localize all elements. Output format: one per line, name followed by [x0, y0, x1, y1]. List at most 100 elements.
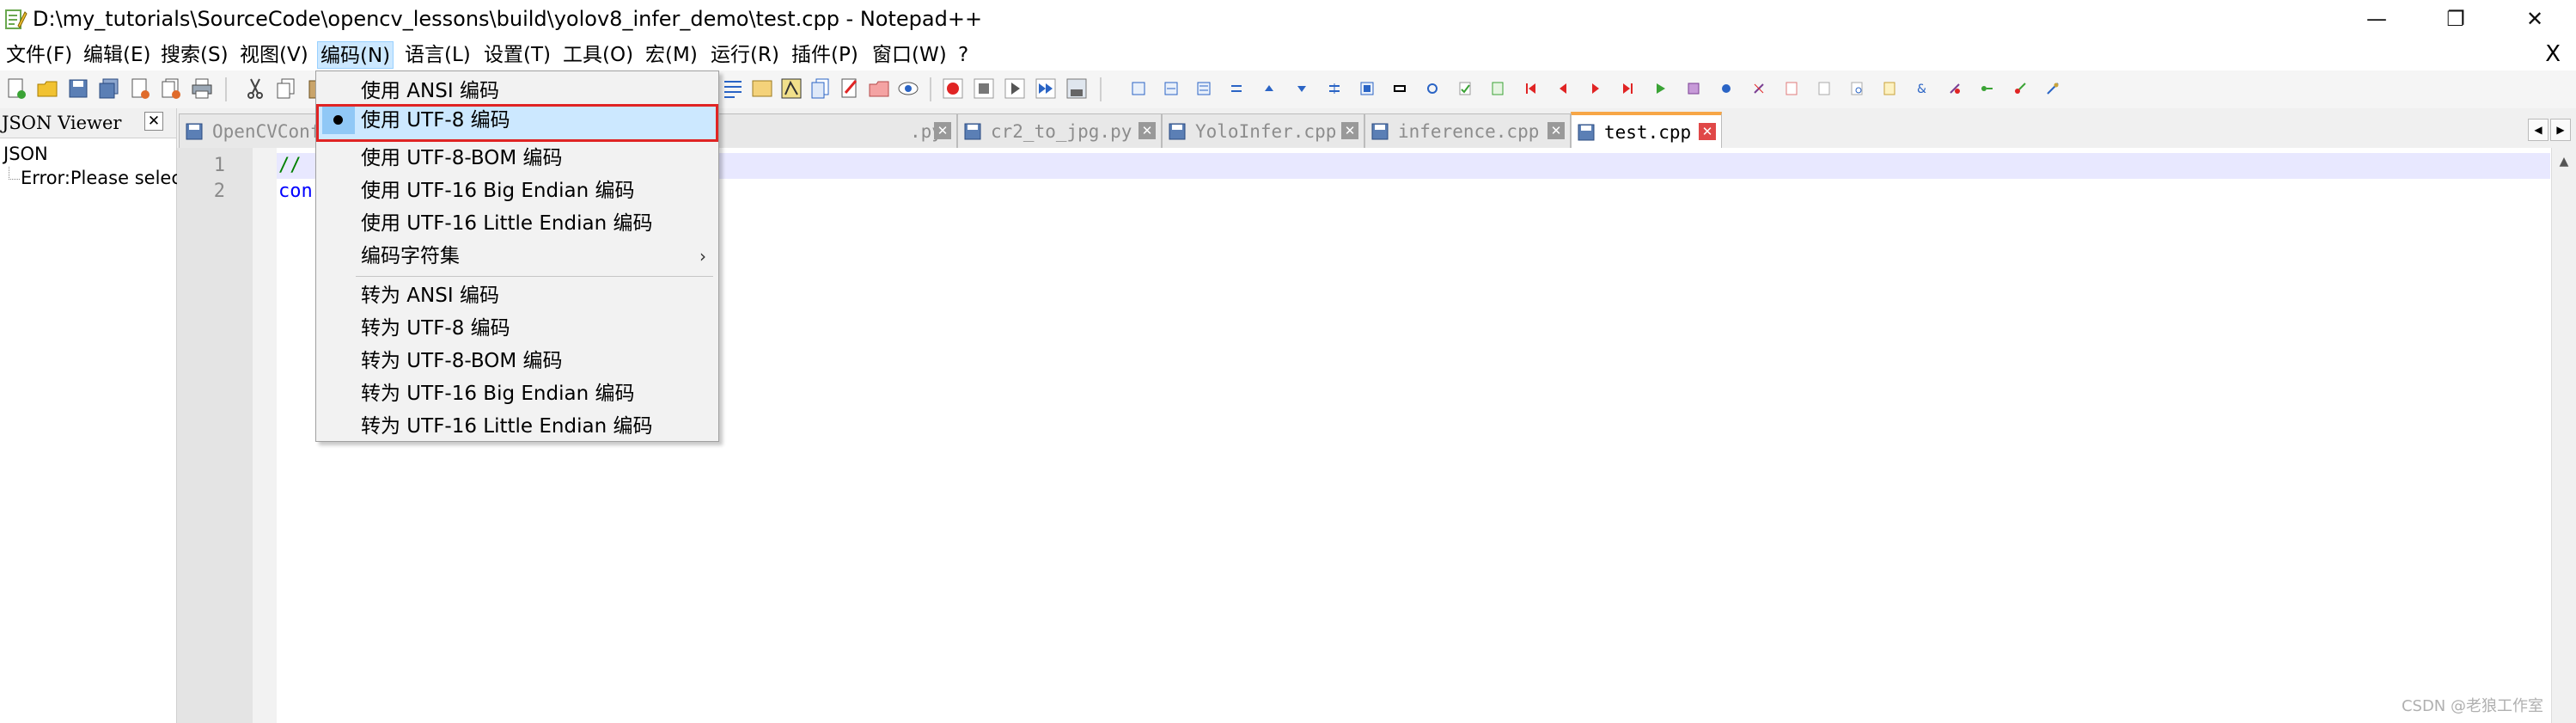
menu-file[interactable]: 文件(F) [3, 41, 75, 69]
menu-tools[interactable]: 工具(O) [560, 41, 636, 69]
menu-item-use-utf8[interactable]: 使用 UTF-8 编码 [316, 104, 718, 142]
menu-item-use-utf8-bom[interactable]: 使用 UTF-8-BOM 编码 [316, 142, 718, 175]
bookmark-next-icon[interactable] [1588, 81, 1603, 96]
menu-macro[interactable]: 宏(M) [643, 41, 700, 69]
menu-item-convert-ansi[interactable]: 转为 ANSI 编码 [316, 279, 718, 312]
cut-icon[interactable] [242, 76, 268, 101]
menu-item-use-utf16-be[interactable]: 使用 UTF-16 Big Endian 编码 [316, 175, 718, 207]
bookmark-prev-icon[interactable] [1555, 81, 1571, 96]
tab-inference[interactable]: inference.cpp ✕ [1364, 113, 1571, 148]
menu-search[interactable]: 搜索(S) [158, 41, 231, 69]
tab-close-icon[interactable]: ✕ [1341, 122, 1358, 139]
tab-label: cr2_to_jpg.py [991, 121, 1132, 142]
plugin-icon-18[interactable] [1686, 81, 1701, 96]
plugin-icon-20[interactable] [1751, 81, 1767, 96]
plugin-icon-3[interactable] [1196, 81, 1212, 96]
tab-close-icon[interactable]: ✕ [934, 122, 951, 139]
monitoring-icon[interactable] [866, 76, 892, 101]
plugin-icon-28[interactable] [2012, 81, 2028, 96]
json-viewer-close-button[interactable]: ✕ [144, 112, 163, 131]
menu-item-convert-utf8[interactable]: 转为 UTF-8 编码 [316, 312, 718, 345]
run-macro-multiple-icon[interactable] [1033, 76, 1059, 101]
menu-window[interactable]: 窗口(W) [870, 41, 949, 69]
tab-yoloinfer[interactable]: YoloInfer.cpp ✕ [1162, 113, 1364, 148]
plugin-icon-10[interactable] [1425, 81, 1440, 96]
tab-cr2-to-jpg[interactable]: cr2_to_jpg.py ✕ [957, 113, 1162, 148]
tab-close-icon[interactable]: ✕ [1138, 122, 1156, 139]
new-file-icon[interactable] [3, 76, 29, 101]
print-icon[interactable] [189, 76, 215, 101]
plugin-icon-7[interactable] [1327, 81, 1342, 96]
menu-item-convert-utf16-le[interactable]: 转为 UTF-16 Little Endian 编码 [316, 410, 718, 443]
plugin-icon-25[interactable]: & [1914, 81, 1930, 96]
minimize-button[interactable]: — [2337, 0, 2416, 38]
indent-guide-icon[interactable] [749, 76, 775, 101]
plugin-icon-9[interactable] [1392, 81, 1407, 96]
tab-test-cpp[interactable]: test.cpp ✕ [1571, 112, 1722, 148]
save-all-icon[interactable] [96, 76, 122, 101]
tab-close-icon[interactable]: ✕ [1699, 123, 1716, 140]
vertical-scrollbar[interactable]: ▲ [2551, 148, 2576, 723]
plugin-icon-2[interactable] [1163, 81, 1179, 96]
close-file-icon[interactable] [127, 76, 153, 101]
plugin-icon-22[interactable] [1816, 81, 1832, 96]
tab-py[interactable]: .py ✕ [718, 113, 957, 148]
plugin-icon-11[interactable] [1457, 81, 1473, 96]
menu-item-convert-utf8-bom[interactable]: 转为 UTF-8-BOM 编码 [316, 345, 718, 377]
menu-help[interactable]: ? [955, 41, 971, 69]
menu-encoding[interactable]: 编码(N) [317, 41, 394, 69]
plugin-icon-8[interactable] [1359, 81, 1375, 96]
eye-icon[interactable] [895, 76, 921, 101]
submenu-arrow-icon: › [699, 246, 706, 267]
tab-scroll-right-button[interactable]: ▶ [2550, 119, 2571, 141]
tab-scroll-left-button[interactable]: ◀ [2528, 119, 2549, 141]
menu-plugins[interactable]: 插件(P) [789, 41, 861, 69]
arrow-down-icon[interactable] [1294, 81, 1309, 96]
plugin-icon-26[interactable] [1947, 81, 1963, 96]
plugin-icon-27[interactable] [1980, 81, 1995, 96]
restore-button[interactable]: ❐ [2416, 0, 2495, 38]
plugin-icon-24[interactable] [1882, 81, 1897, 96]
menu-edit[interactable]: 编辑(E) [81, 41, 153, 69]
menu-item-charset-submenu[interactable]: 编码字符集 › [316, 240, 718, 273]
close-document-button[interactable]: X [2545, 40, 2561, 69]
save-icon[interactable] [65, 76, 91, 101]
menu-item-convert-utf16-be[interactable]: 转为 UTF-16 Big Endian 编码 [316, 377, 718, 410]
play-macro-icon[interactable] [1002, 76, 1028, 101]
menu-view[interactable]: 视图(V) [237, 41, 311, 69]
tab-label: OpenCVConf [212, 121, 321, 142]
copy-icon[interactable] [273, 76, 299, 101]
bookmark-first-icon[interactable] [1523, 81, 1538, 96]
json-tree-root[interactable]: JSON [3, 143, 48, 165]
folder-workspace-icon[interactable] [837, 76, 863, 101]
plugin-icon-29[interactable] [2045, 81, 2060, 96]
menu-item-use-ansi[interactable]: 使用 ANSI 编码 [316, 75, 718, 107]
function-list-icon[interactable] [808, 76, 833, 101]
code-line[interactable]: con [278, 179, 313, 205]
code-line[interactable]: // [278, 153, 302, 179]
menu-settings[interactable]: 设置(T) [481, 41, 553, 69]
open-file-icon[interactable] [34, 76, 60, 101]
tab-close-icon[interactable]: ✕ [1547, 122, 1565, 139]
close-all-icon[interactable] [158, 76, 184, 101]
menu-run[interactable]: 运行(R) [708, 41, 782, 69]
plugin-icon-23[interactable] [1849, 81, 1865, 96]
stop-macro-icon[interactable] [971, 76, 997, 101]
arrow-up-icon[interactable] [1261, 81, 1277, 96]
doc-map-icon[interactable] [778, 76, 804, 101]
bookmark-last-icon[interactable] [1621, 81, 1636, 96]
close-window-button[interactable]: ✕ [2495, 0, 2574, 38]
record-macro-icon[interactable] [940, 76, 966, 101]
json-tree-error-node[interactable]: Error:Please select [21, 167, 188, 189]
menu-language[interactable]: 语言(L) [402, 41, 473, 69]
menu-item-use-utf16-le[interactable]: 使用 UTF-16 Little Endian 编码 [316, 207, 718, 240]
plugin-icon-4[interactable] [1229, 81, 1244, 96]
word-wrap-icon[interactable] [720, 76, 746, 101]
plugin-icon-1[interactable] [1131, 81, 1146, 96]
plugin-icon-12[interactable] [1490, 81, 1505, 96]
plugin-icon-19[interactable] [1718, 81, 1734, 96]
plugin-icon-17[interactable] [1653, 81, 1669, 96]
scroll-up-icon[interactable]: ▲ [2552, 155, 2576, 168]
save-macro-icon[interactable] [1064, 76, 1090, 101]
plugin-icon-21[interactable] [1784, 81, 1799, 96]
